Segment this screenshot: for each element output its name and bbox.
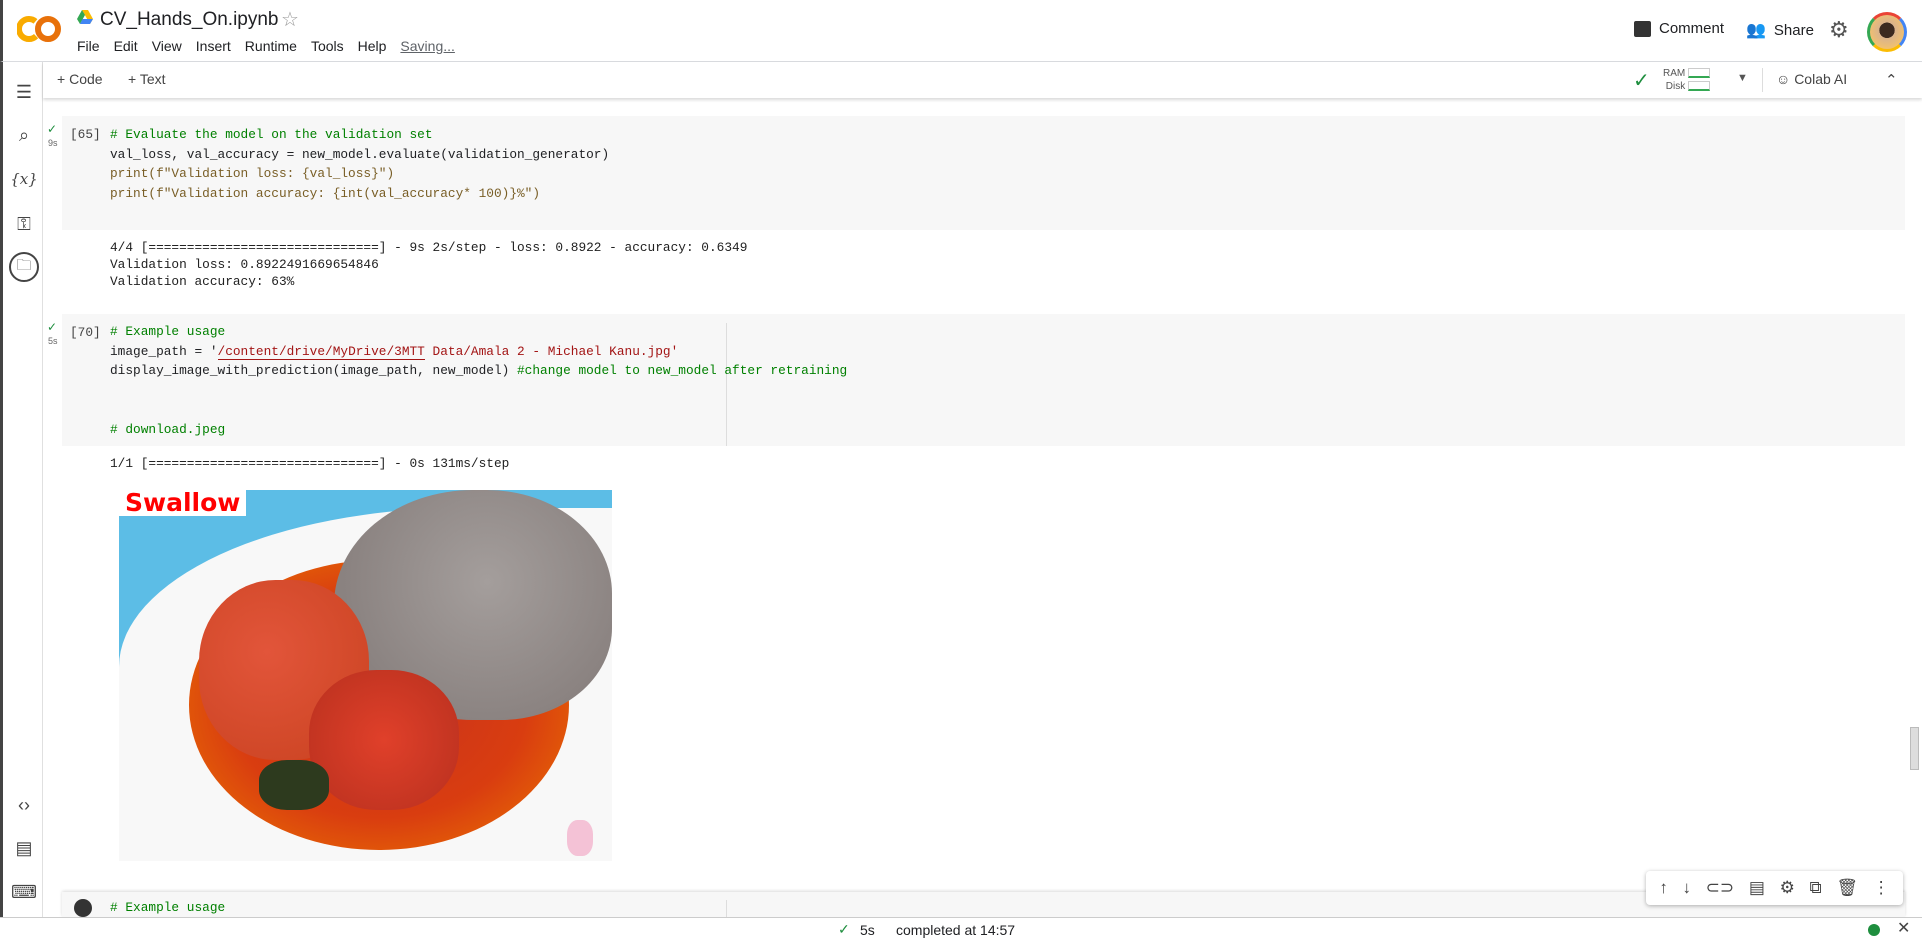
user-avatar[interactable] — [1867, 12, 1907, 52]
files-folder-icon[interactable]: 🗀 — [9, 252, 39, 282]
cell-duration: 9s — [48, 138, 58, 148]
link-icon[interactable]: ⊂⊃ — [1706, 878, 1735, 898]
more-vert-icon[interactable]: ⋮ — [1873, 878, 1890, 898]
variables-icon[interactable]: {x} — [10, 166, 38, 192]
move-down-icon[interactable]: ↓ — [1683, 878, 1692, 898]
command-palette-icon[interactable]: ▤ — [11, 835, 37, 861]
meat — [309, 670, 459, 810]
left-sidebar: ☰ ⌕ {x} ⚿ 🗀 ‹› ▤ ⌨ — [0, 62, 43, 917]
mirror-cell-icon[interactable]: ⧉ — [1810, 878, 1822, 898]
settings-gear-icon[interactable]: ⚙ — [1829, 17, 1849, 43]
table-of-contents-icon[interactable]: ☰ — [11, 79, 37, 105]
menu-runtime[interactable]: Runtime — [245, 38, 297, 54]
share-button[interactable]: 👥 Share — [1746, 20, 1814, 40]
add-text-button[interactable]: + Text — [128, 71, 166, 87]
scrollbar-thumb[interactable] — [1910, 727, 1919, 770]
cell-duration: 5s — [48, 336, 58, 346]
notebook-title[interactable]: CV_Hands_On.ipynb — [100, 9, 279, 31]
disk-bar — [1688, 81, 1711, 92]
terminal-icon[interactable]: ⌨ — [11, 879, 37, 905]
vegetable — [259, 760, 329, 810]
menu-insert[interactable]: Insert — [196, 38, 231, 54]
add-code-button[interactable]: + Code — [57, 71, 103, 87]
menu-view[interactable]: View — [152, 38, 182, 54]
connected-check-icon: ✓ — [1633, 70, 1650, 92]
saving-status[interactable]: Saving... — [400, 38, 454, 54]
cell-toolbar: ↑ ↓ ⊂⊃ ▤ ⚙ ⧉ 🗑 ⋮ — [1646, 871, 1903, 905]
cell-code[interactable]: # Example usage — [110, 898, 225, 917]
header: CV_Hands_On.ipynb ☆ File Edit View Inser… — [0, 0, 1922, 62]
status-bar: ✓ 5s completed at 14:57 ✕ — [0, 917, 1922, 941]
menu-bar: File Edit View Insert Runtime Tools Help… — [77, 38, 469, 54]
code-cell-next[interactable] — [62, 892, 1905, 917]
search-icon[interactable]: ⌕ — [11, 122, 37, 148]
colab-ai-button[interactable]: ☺ Colab AI — [1776, 71, 1847, 87]
colab-logo[interactable] — [15, 14, 61, 44]
delete-trash-icon[interactable]: 🗑 — [1836, 878, 1858, 898]
comment-button[interactable]: Comment — [1634, 20, 1724, 37]
cell-success-check-icon: ✓ — [47, 320, 58, 334]
comment-icon[interactable]: ▤ — [1749, 878, 1765, 898]
menu-file[interactable]: File — [77, 38, 100, 54]
execution-count: [70] — [70, 325, 101, 340]
cell-code[interactable]: # Example usage image_path = '/content/dr… — [110, 322, 847, 440]
menu-help[interactable]: Help — [358, 38, 387, 54]
code-snippets-icon[interactable]: ‹› — [11, 792, 37, 818]
drive-icon[interactable] — [77, 10, 93, 29]
colab-ai-icon: ☺ — [1776, 71, 1791, 87]
notebook-toolbar: + Code + Text ✓ RAM Disk ▼ ☺ Colab AI ⌃ — [43, 62, 1922, 98]
success-check-icon: ✓ — [838, 921, 850, 937]
execution-count: [65] — [70, 127, 101, 142]
runtime-dropdown-icon[interactable]: ▼ — [1737, 72, 1748, 84]
status-completed: completed at 14:57 — [896, 922, 1016, 938]
settings-gear-icon[interactable]: ⚙ — [1780, 878, 1795, 898]
resource-monitor[interactable]: RAM Disk — [1663, 67, 1711, 93]
collapse-chevron-up-icon[interactable]: ⌃ — [1885, 71, 1898, 89]
cell-output: 4/4 [==============================] - 9… — [110, 240, 748, 289]
line-length-ruler — [726, 900, 727, 917]
connection-status-dot — [1868, 924, 1880, 936]
run-cell-button[interactable] — [74, 899, 92, 917]
menu-tools[interactable]: Tools — [311, 38, 344, 54]
status-duration: 5s — [860, 922, 875, 938]
key-secrets-icon[interactable]: ⚿ — [11, 211, 37, 237]
prediction-label: Swallow — [119, 490, 247, 516]
cell-output: 1/1 [==============================] - 0… — [110, 456, 510, 471]
star-icon[interactable]: ☆ — [281, 7, 299, 32]
cell-code[interactable]: # Evaluate the model on the validation s… — [110, 125, 609, 203]
divider — [1762, 68, 1763, 92]
menu-edit[interactable]: Edit — [114, 38, 138, 54]
people-icon: 👥 — [1746, 22, 1766, 39]
cell-success-check-icon: ✓ — [47, 122, 58, 136]
close-icon[interactable]: ✕ — [1897, 920, 1910, 938]
comment-icon — [1634, 20, 1651, 37]
ram-bar — [1688, 68, 1711, 79]
move-up-icon[interactable]: ↑ — [1659, 878, 1668, 898]
prediction-image: Swallow — [119, 490, 612, 861]
watermark-logo — [567, 820, 593, 856]
